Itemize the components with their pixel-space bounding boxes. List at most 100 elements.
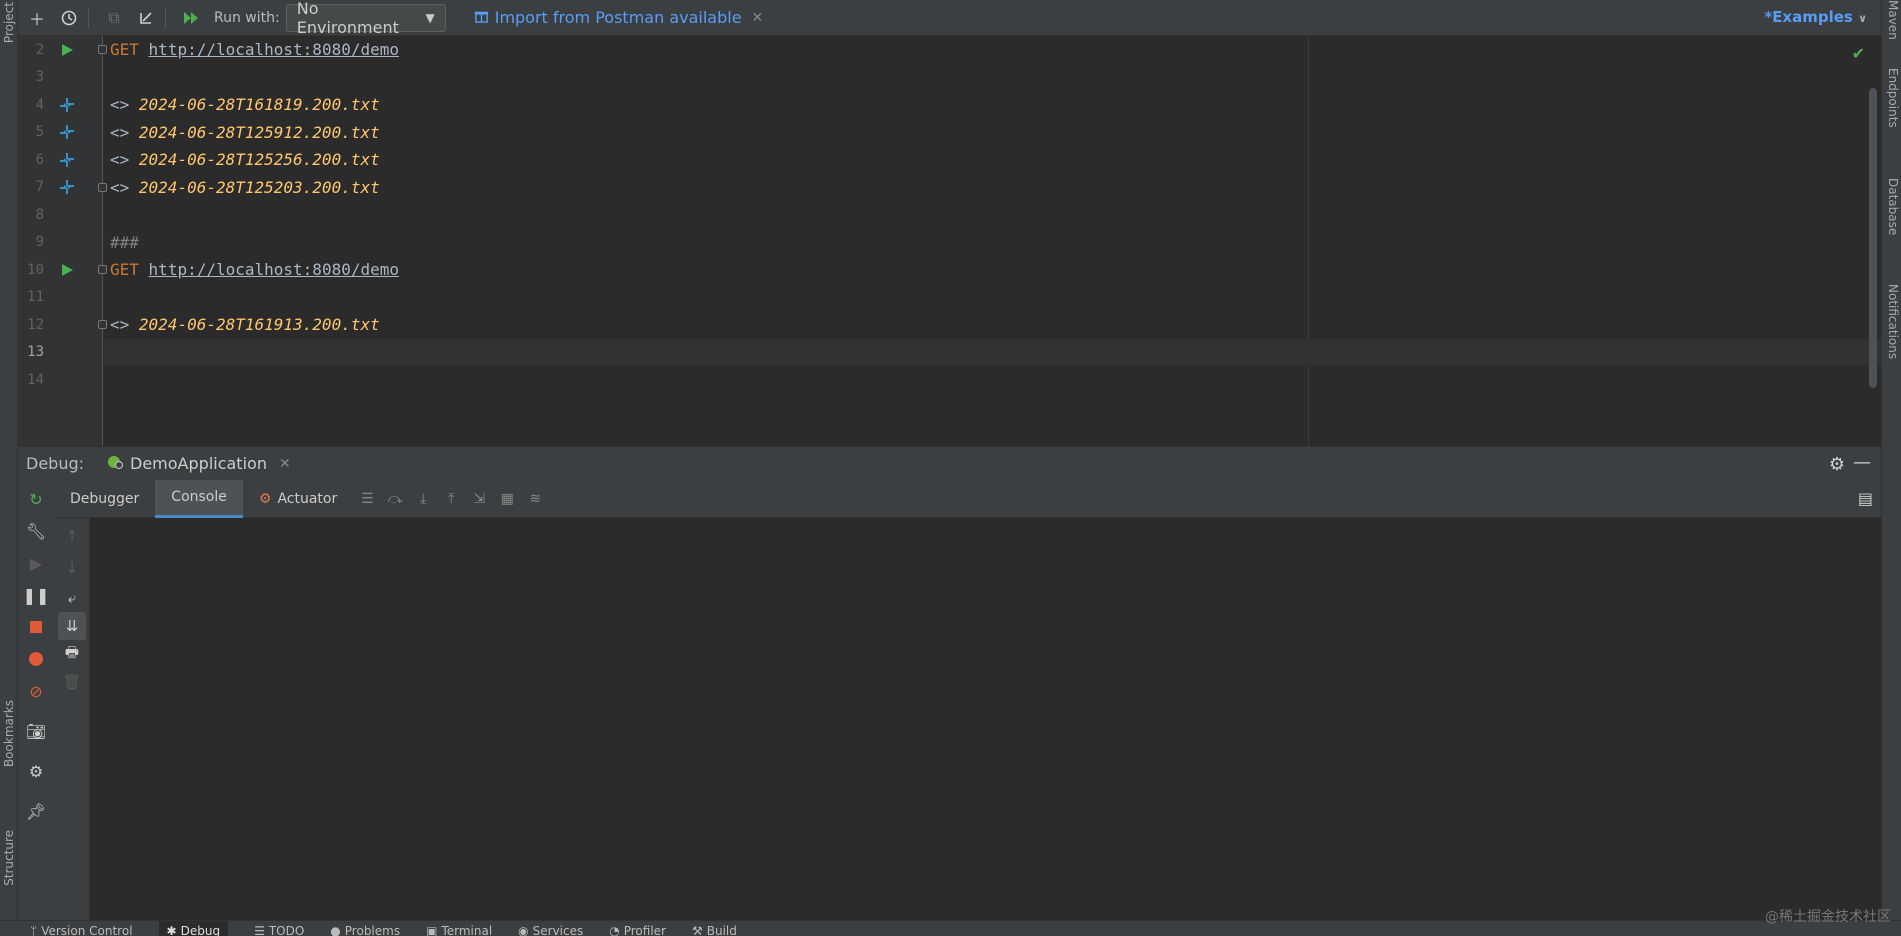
editor-line[interactable]: 6 <> 2024-06-28T125256.200.txt — [18, 146, 1881, 174]
problems-tab[interactable]: ● Problems — [330, 921, 400, 936]
stop-icon[interactable] — [18, 612, 54, 642]
editor-line[interactable]: 5 <> 2024-06-28T125912.200.txt — [18, 119, 1881, 147]
services-tab[interactable]: ◉ Services — [518, 921, 583, 936]
examples-dropdown[interactable]: *Examples ∨ — [1764, 8, 1867, 26]
add-icon[interactable]: ＋ — [24, 5, 50, 31]
http-request-editor[interactable]: 2 GET http://localhost:8080/demo 3 4 <> … — [18, 36, 1881, 446]
settings-icon[interactable]: ⚙ — [18, 756, 54, 786]
line-number: 6 — [35, 151, 44, 168]
editor-line[interactable]: 12 <> 2024-06-28T161913.200.txt — [18, 311, 1881, 339]
editor-line[interactable]: 13 — [18, 339, 102, 367]
step-over-icon[interactable]: ⤼ — [381, 491, 409, 507]
mute-breakpoints-icon[interactable]: ⊘ — [18, 676, 54, 706]
soft-wrap-icon[interactable]: ⤶ — [58, 584, 86, 612]
up-arrow-icon[interactable]: ↑ — [58, 522, 86, 550]
compare-response-icon[interactable] — [56, 176, 78, 198]
editor-scrollbar[interactable] — [1869, 88, 1877, 388]
editor-line[interactable]: 7 <> 2024-06-28T125203.200.txt — [18, 174, 1881, 202]
trash-icon[interactable]: 🗑︎ — [58, 668, 86, 696]
compare-response-icon[interactable] — [56, 121, 78, 143]
editor-line[interactable]: 8 — [18, 201, 1881, 229]
request-url[interactable]: http://localhost:8080/demo — [149, 40, 399, 59]
fold-marker-icon[interactable] — [98, 45, 107, 54]
editor-line[interactable]: 2 GET http://localhost:8080/demo — [18, 36, 1881, 64]
run-all-icon[interactable] — [178, 5, 204, 31]
editor-line[interactable]: 4 <> 2024-06-28T161819.200.txt — [18, 91, 1881, 119]
evaluate-icon[interactable]: ▦ — [493, 491, 521, 507]
build-tab[interactable]: ⚒ Build — [692, 921, 737, 936]
response-file-link[interactable]: 2024-06-28T161819.200.txt — [139, 95, 380, 114]
debug-tab[interactable]: ✱ Debug — [158, 921, 229, 936]
run-request-icon[interactable] — [56, 259, 78, 281]
request-url[interactable]: http://localhost:8080/demo — [149, 260, 399, 279]
tab-actuator[interactable]: ⚙ Actuator — [243, 480, 353, 518]
run-request-icon[interactable] — [56, 39, 78, 61]
environment-select[interactable]: No Environment ▼ — [285, 0, 446, 37]
gear-icon[interactable]: ⚙ — [1829, 454, 1845, 475]
response-file-link[interactable]: 2024-06-28T125912.200.txt — [139, 123, 380, 142]
pin-icon[interactable]: 📌︎ — [18, 796, 54, 826]
editor-line[interactable]: 11 — [18, 284, 1881, 312]
project-tool-tab[interactable]: Project — [2, 2, 16, 43]
import-postman-link[interactable]: Import from Postman available — [474, 8, 742, 27]
response-file-link[interactable]: 2024-06-28T125256.200.txt — [139, 150, 380, 169]
step-out-icon[interactable]: ⤒ — [437, 491, 465, 507]
convert-icon[interactable] — [133, 5, 159, 31]
http-client-toolbar: ＋ ⧉ Run with: No Environment ▼ Import fr… — [18, 0, 1881, 37]
down-arrow-icon[interactable]: ↓ — [58, 554, 86, 582]
print-icon[interactable]: 🖶︎ — [58, 640, 86, 668]
pause-icon[interactable]: ❚❚ — [18, 580, 54, 610]
notifications-tool-tab[interactable]: Notifications — [1886, 284, 1900, 359]
debug-session-tab[interactable]: DemoApplication ✕ — [106, 454, 291, 474]
bookmarks-tool-tab[interactable]: Bookmarks — [2, 700, 16, 767]
run-to-cursor-icon[interactable]: ⇲ — [465, 491, 493, 507]
trace-icon[interactable]: ≋ — [521, 491, 549, 507]
request-separator: ### — [110, 232, 139, 252]
profiler-tab[interactable]: ◔ Profiler — [609, 921, 666, 936]
compare-response-icon[interactable] — [56, 149, 78, 171]
console-output[interactable] — [90, 518, 1871, 920]
compare-response-icon[interactable] — [56, 94, 78, 116]
response-file-link[interactable]: 2024-06-28T161913.200.txt — [139, 315, 380, 334]
todo-tab[interactable]: ☰ TODO — [254, 921, 304, 936]
editor-line[interactable]: 3 — [18, 64, 1881, 92]
view-breakpoints-icon[interactable] — [18, 644, 54, 674]
endpoints-tool-tab[interactable]: Endpoints — [1886, 68, 1900, 128]
response-reference: <> 2024-06-28T161819.200.txt — [110, 95, 380, 114]
editor-line-current[interactable] — [104, 338, 1881, 366]
copy-icon[interactable]: ⧉ — [101, 5, 127, 31]
resume-icon[interactable]: ▶ — [18, 548, 54, 578]
problems-label: Problems — [344, 924, 401, 936]
scroll-to-end-icon[interactable]: ⇊ — [58, 612, 86, 640]
version-control-tab[interactable]: ᛘ Version Control — [30, 921, 133, 936]
tab-debugger[interactable]: Debugger — [54, 480, 155, 518]
close-icon[interactable]: ✕ — [752, 10, 764, 26]
layout-icon[interactable]: ▤ — [1858, 489, 1873, 508]
minimize-icon[interactable]: — — [1853, 452, 1871, 473]
fold-marker-icon[interactable] — [98, 182, 107, 192]
camera-icon[interactable]: 📷︎ — [18, 716, 54, 746]
step-into-icon[interactable]: ⤓ — [409, 491, 437, 507]
editor-line[interactable]: 10 GET http://localhost:8080/demo — [18, 256, 1881, 284]
rerun-icon[interactable]: ↻ — [18, 484, 54, 514]
run-with-label: Run with: — [214, 9, 280, 26]
tab-actuator-label: Actuator — [277, 490, 338, 507]
fold-marker-icon[interactable] — [98, 265, 107, 274]
maven-tool-tab[interactable]: Maven — [1886, 0, 1900, 40]
history-icon[interactable] — [56, 5, 82, 31]
wrench-icon[interactable]: 🔧︎ — [18, 516, 54, 546]
response-file-link[interactable]: 2024-06-28T125203.200.txt — [139, 178, 380, 197]
response-reference: <> 2024-06-28T125912.200.txt — [110, 123, 380, 142]
editor-line[interactable]: 14 — [18, 366, 1881, 394]
structure-tool-tab[interactable]: Structure — [2, 830, 16, 886]
terminal-tab[interactable]: ▣ Terminal — [426, 921, 492, 936]
editor-line[interactable]: 9 ### — [18, 229, 1881, 257]
fold-marker-icon[interactable] — [98, 320, 107, 329]
database-tool-tab[interactable]: Database — [1886, 178, 1900, 235]
close-icon[interactable]: ✕ — [279, 456, 291, 472]
tab-console[interactable]: Console — [155, 479, 243, 518]
request-line: GET http://localhost:8080/demo — [110, 260, 399, 279]
http-method: GET — [110, 260, 139, 280]
response-reference: <> 2024-06-28T161913.200.txt — [110, 315, 380, 334]
threads-icon[interactable]: ☰ — [353, 491, 381, 507]
